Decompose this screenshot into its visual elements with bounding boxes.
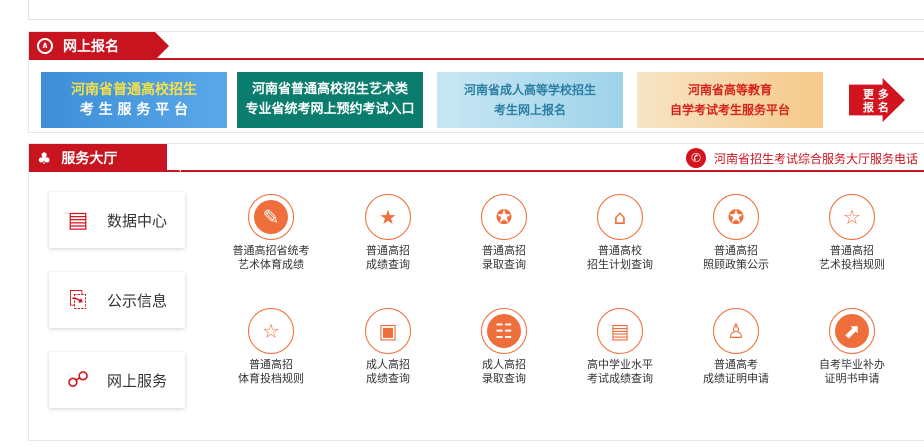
service-hall-title: 服务大厅 (61, 151, 118, 167)
service-gaozhao-admission[interactable]: ✪ 普通高招 录取查询 (449, 194, 559, 272)
star-badge-icon: ✪ (719, 200, 753, 234)
banner-self-study[interactable]: 河南省高等教育 自学考试考生服务平台 (637, 72, 823, 128)
service-line2: 考试成绩查询 (587, 372, 653, 385)
service-line1: 普通高考 (714, 358, 758, 371)
service-line2: 录取查询 (482, 258, 526, 271)
service-art-filing-rules[interactable]: ☆ 普通高招 艺术投档规则 (797, 194, 907, 272)
more-line1: 更 多 (863, 88, 889, 101)
badge-icon: ∧ (37, 38, 53, 54)
service-line1: 普通高校 (598, 244, 642, 257)
service-score-certificate[interactable]: ♙ 普通高考 成绩证明申请 (681, 308, 791, 386)
online-registration-title: 网上报名 (63, 39, 119, 55)
service-art-sports-scores[interactable]: ✎ 普通高招省统考 艺术体育成绩 (216, 194, 326, 272)
service-hall-tab[interactable]: ♣ 服务大厅 (29, 144, 167, 172)
building-icon: ⌂ (603, 200, 637, 234)
service-care-policy[interactable]: ✪ 普通高招 照顾政策公示 (681, 194, 791, 272)
service-line1: 成人高招 (366, 358, 410, 371)
service-line1: 自考毕业补办 (819, 358, 885, 371)
online-registration-panel: ∧ 网上报名 河南省普通高校招生 考 生 服 务 平 台 河南省普通高校招生艺术… (28, 31, 924, 133)
service-line1: 普通高招 (482, 244, 526, 257)
service-adult-admission[interactable]: ☷ 成人高招 录取查询 (449, 308, 559, 386)
service-gaozhao-scores[interactable]: ★ 普通高招 成绩查询 (333, 194, 443, 272)
service-line2: 成绩证明申请 (703, 372, 769, 385)
phone-icon: ✆ (685, 148, 706, 168)
service-line2: 成绩查询 (366, 258, 410, 271)
banner-line1: 河南省普通高校招生 (71, 82, 197, 98)
service-line2: 证明书申请 (824, 372, 880, 385)
panel-header: ♣ 服务大厅 ✆ 河南省招生考试综合服务大厅服务电话 (29, 144, 924, 172)
banner-line2: 考生网上报名 (493, 103, 566, 117)
service-line1: 普通高招省统考 (232, 244, 310, 257)
service-hotline[interactable]: ✆ 河南省招生考试综合服务大厅服务电话 (685, 148, 918, 168)
side-button-label: 公示信息 (107, 291, 168, 310)
service-line2: 成绩查询 (366, 372, 410, 385)
service-line2: 录取查询 (482, 372, 526, 385)
banner-line2: 自学考试考生服务平台 (669, 103, 790, 117)
side-button-label: 网上服务 (107, 371, 168, 390)
star-outline-icon: ☆ (835, 200, 869, 234)
certificate-icon: ⬈ (835, 314, 869, 348)
more-registration-button[interactable]: 更 多 报 名 (841, 72, 919, 128)
banner-adult-registration[interactable]: 河南省成人高等学校招生 考生网上报名 (437, 72, 623, 128)
service-line2: 体育投档规则 (238, 372, 304, 385)
more-line2: 报 名 (863, 101, 889, 114)
service-adult-scores[interactable]: ▣ 成人高招 成绩查询 (333, 308, 443, 386)
banner-line1: 河南省高等教育 (687, 83, 772, 97)
banner-line1: 河南省成人高等学校招生 (463, 83, 596, 97)
hotline-label: 河南省招生考试综合服务大厅服务电话 (713, 151, 918, 166)
announcement-icon: ⎘ (69, 287, 87, 313)
banner-art-exam[interactable]: 河南省普通高校招生艺术类 专业省统考网上预约考试入口 (237, 72, 423, 128)
service-line1: 普通高招 (366, 244, 410, 257)
people-icon: ♣ (37, 148, 52, 168)
tab-notch (167, 144, 181, 172)
online-registration-tab[interactable]: ∧ 网上报名 (29, 32, 169, 60)
service-hall-panel: ♣ 服务大厅 ✆ 河南省招生考试综合服务大厅服务电话 ▤ 数据中心 ⎘ 公示信息… (28, 143, 924, 441)
id-card-icon: ▣ (371, 314, 405, 348)
service-line1: 普通高招 (830, 244, 874, 257)
banner-line2: 考 生 服 务 平 台 (79, 102, 189, 118)
service-line2: 招生计划查询 (587, 258, 653, 271)
banner-gaokao-service[interactable]: 河南省普通高校招生 考 生 服 务 平 台 (41, 72, 227, 128)
banner-line1: 河南省普通高校招生艺术类 (251, 82, 408, 97)
service-line2: 照顾政策公示 (703, 258, 769, 271)
service-line1: 高中学业水平 (587, 358, 653, 371)
service-line2: 艺术投档规则 (819, 258, 885, 271)
service-line1: 成人高招 (482, 358, 526, 371)
star-badge-icon: ✪ (487, 200, 521, 234)
document-stack-icon: ▤ (67, 207, 89, 233)
star-outline-icon: ☆ (254, 314, 288, 348)
service-academic-level-scores[interactable]: ▤ 高中学业水平 考试成绩查询 (565, 308, 675, 386)
announcement-button[interactable]: ⎘ 公示信息 (49, 272, 185, 328)
service-enrollment-plan[interactable]: ⌂ 普通高校 招生计划查询 (565, 194, 675, 272)
arrow-right-icon: 更 多 报 名 (849, 78, 905, 122)
side-button-label: 数据中心 (107, 211, 168, 230)
online-service-icon: ☍ (66, 367, 90, 393)
top-divider (28, 0, 924, 20)
people-board-icon: ☷ (487, 314, 521, 348)
service-sports-filing-rules[interactable]: ☆ 普通高招 体育投档规则 (216, 308, 326, 386)
edit-icon: ✎ (254, 200, 288, 234)
service-line1: 普通高招 (714, 244, 758, 257)
document-icon: ▤ (603, 314, 637, 348)
data-center-button[interactable]: ▤ 数据中心 (49, 192, 185, 248)
panel-header: ∧ 网上报名 (29, 32, 924, 60)
star-icon: ★ (371, 200, 405, 234)
banner-line2: 专业省统考网上预约考试入口 (245, 102, 415, 117)
service-line2: 艺术体育成绩 (238, 258, 304, 271)
teacher-icon: ♙ (719, 314, 753, 348)
service-line1: 普通高招 (249, 358, 293, 371)
online-service-button[interactable]: ☍ 网上服务 (49, 352, 185, 408)
service-graduation-certificate[interactable]: ⬈ 自考毕业补办 证明书申请 (797, 308, 907, 386)
